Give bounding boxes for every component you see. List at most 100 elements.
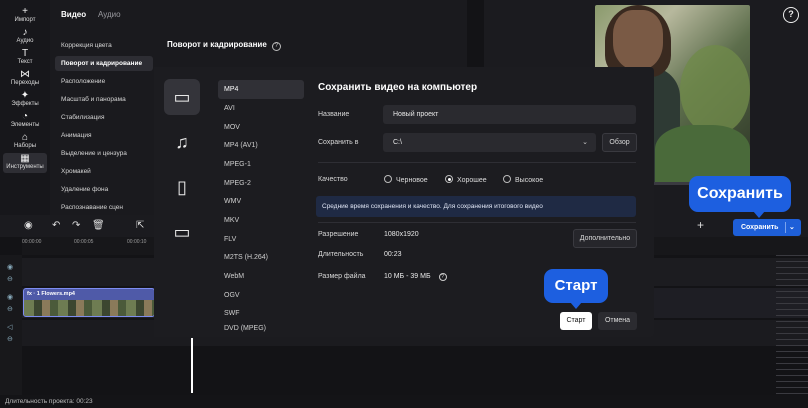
format-item-mp4-av1[interactable]: MP4 (AV1) [218, 136, 304, 155]
effects-icon: ✦ [20, 90, 30, 101]
save-in-label: Сохранить в [318, 139, 359, 146]
video-clip[interactable]: fx · 1 Flowers.mp4 [23, 288, 155, 317]
quality-radio-high[interactable]: Высокое [503, 175, 543, 184]
eye-icon[interactable]: ◉ [7, 293, 13, 301]
clip-thumbnails [24, 300, 154, 316]
text-button[interactable]: T Текст [3, 48, 47, 68]
menu-item-scene-detect[interactable]: Распознавание сцен [55, 200, 153, 215]
ruler-tick: 00:00:10 [127, 239, 147, 245]
pointer-icon[interactable]: ⇱ [136, 220, 144, 231]
tools-label: Инструменты [6, 164, 44, 170]
duration-label: Длительность [318, 251, 364, 258]
radio-label: Хорошее [457, 177, 487, 184]
import-button[interactable]: + Импорт [3, 6, 47, 26]
menu-item-chromakey[interactable]: Хромакей [55, 164, 153, 179]
music-note-icon[interactable]: ♫ [164, 124, 200, 160]
name-field[interactable]: Новый проект [383, 105, 636, 124]
menu-item-position[interactable]: Расположение [55, 74, 153, 89]
audio-icon: ♪ [22, 27, 28, 38]
save-button[interactable]: Сохранить ⌄ [733, 219, 801, 236]
resolution-label: Разрешение [318, 231, 359, 238]
phone-icon[interactable]: ▯ [164, 169, 200, 205]
video-camera-icon[interactable]: ▭ [164, 79, 200, 115]
tools-button[interactable]: ▦ Инструменты [3, 153, 47, 173]
help-icon[interactable]: ? [271, 42, 281, 51]
tv-icon[interactable]: ▭ [164, 214, 200, 250]
format-item-mpeg2[interactable]: MPEG-2 [218, 174, 304, 193]
transitions-label: Переходы [10, 80, 40, 86]
start-button[interactable]: Старт [560, 312, 592, 330]
left-toolbar: + Импорт ♪ Аудио T Текст ⋈ Переходы ✦ Эффекты… [0, 0, 50, 215]
format-item-flv[interactable]: FLV [218, 230, 304, 249]
properties-tabs: Видео Аудио [50, 0, 467, 30]
radio-label: Высокое [515, 177, 544, 184]
audio-track-icon[interactable]: ◁ [7, 323, 12, 331]
redo-icon[interactable]: ↷ [72, 220, 80, 231]
ruler-tick: 00:00:05 [74, 239, 94, 245]
chevron-down-icon[interactable]: ⌄ [789, 219, 795, 236]
link-icon[interactable]: ⊖ [7, 335, 13, 343]
menu-item-animation[interactable]: Анимация [55, 128, 153, 143]
filesize-text: 10 МБ - 39 МБ [384, 273, 431, 280]
divider [318, 222, 636, 223]
format-item-avi[interactable]: AVI [218, 99, 304, 118]
audio-button[interactable]: ♪ Аудио [3, 27, 47, 47]
text-icon: T [21, 48, 29, 59]
advanced-button[interactable]: Дополнительно [573, 229, 637, 248]
radio-dot [503, 175, 511, 183]
effects-label: Эффекты [11, 101, 39, 107]
sets-icon: ⌂ [21, 132, 29, 143]
text-label: Текст [17, 59, 33, 65]
elements-icon: ◔ [21, 111, 29, 122]
format-item-webm[interactable]: WebM [218, 267, 304, 286]
menu-item-censor[interactable]: Выделение и цензура [55, 146, 153, 161]
format-item-mp4[interactable]: MP4 [218, 80, 304, 99]
sets-button[interactable]: ⌂ Наборы [3, 132, 47, 152]
effects-button[interactable]: ✦ Эффекты [3, 90, 47, 110]
duration-value: 00:23 [384, 251, 402, 258]
menu-item-zoom-pan[interactable]: Масштаб и панорама [55, 92, 153, 107]
status-bar: Длительность проекта: 00:23 [0, 395, 808, 408]
sets-label: Наборы [13, 143, 37, 149]
zoom-in-icon[interactable]: + [697, 218, 704, 232]
resolution-value: 1080x1920 [384, 231, 419, 238]
tab-audio[interactable]: Аудио [98, 10, 121, 19]
format-item-dvd[interactable]: DVD (MPEG) [218, 323, 304, 335]
format-item-wmv[interactable]: WMV [218, 192, 304, 211]
record-icon[interactable]: ◉ [24, 220, 33, 231]
playhead[interactable] [191, 338, 193, 393]
question-icon[interactable]: ? [438, 273, 447, 281]
eye-icon[interactable]: ◉ [7, 263, 13, 271]
export-type-sidebar: ▭ ♫ ▯ ▭ [154, 67, 210, 337]
menu-item-color-correction[interactable]: Коррекция цвета [55, 38, 153, 53]
format-item-mkv[interactable]: MKV [218, 211, 304, 230]
radio-dot [384, 175, 392, 183]
detail-title: Поворот и кадрирование? [167, 40, 281, 51]
link-icon[interactable]: ⊖ [7, 275, 13, 283]
format-item-ogv[interactable]: OGV [218, 286, 304, 305]
cancel-button[interactable]: Отмена [598, 312, 637, 330]
filesize-label: Размер файла [318, 273, 366, 280]
radio-label: Черновое [396, 177, 428, 184]
delete-icon[interactable]: 🗑 [92, 220, 105, 231]
menu-item-stabilization[interactable]: Стабилизация [55, 110, 153, 125]
save-location-select[interactable]: C:\ ⌄ [383, 133, 596, 152]
undo-icon[interactable]: ↶ [52, 220, 60, 231]
quality-radio-draft[interactable]: Черновое [384, 175, 428, 184]
quality-radio-good[interactable]: Хорошее [445, 175, 487, 184]
tab-video[interactable]: Видео [61, 10, 86, 19]
transitions-button[interactable]: ⋈ Переходы [3, 69, 47, 89]
format-item-mov[interactable]: MOV [218, 118, 304, 137]
link-icon[interactable]: ⊖ [7, 305, 13, 313]
menu-item-bg-removal[interactable]: Удаление фона [55, 182, 153, 197]
elements-button[interactable]: ◔ Элементы [3, 111, 47, 131]
help-button[interactable]: ? [783, 7, 799, 23]
properties-menu: Коррекция цвета Поворот и кадрирование Р… [50, 30, 155, 215]
video-plant [680, 45, 750, 135]
format-item-swf[interactable]: SWF [218, 304, 304, 323]
format-item-m2ts[interactable]: M2TS (H.264) [218, 248, 304, 267]
format-item-mpeg1[interactable]: MPEG-1 [218, 155, 304, 174]
detail-title-text: Поворот и кадрирование [167, 40, 267, 49]
browse-button[interactable]: Обзор [602, 133, 637, 152]
menu-item-rotate-crop[interactable]: Поворот и кадрирование [55, 56, 153, 71]
